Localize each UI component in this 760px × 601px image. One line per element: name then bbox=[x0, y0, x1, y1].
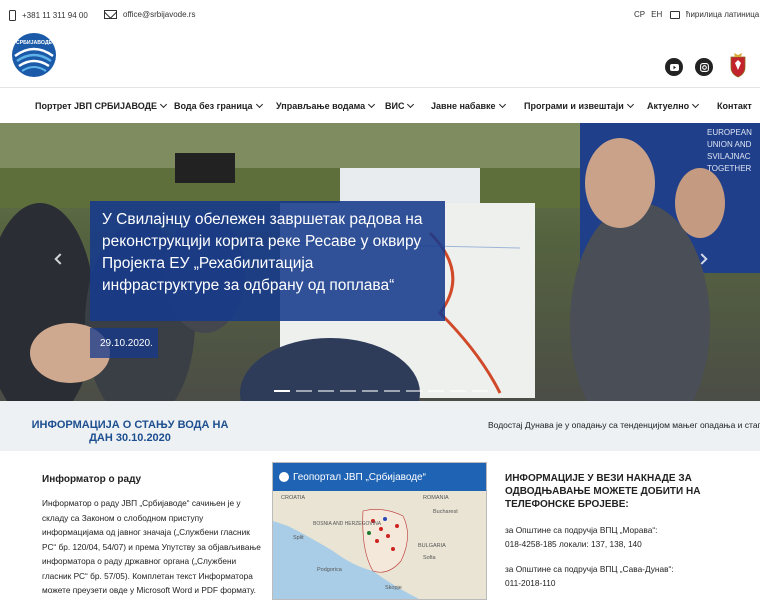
svg-text:SVILAJNAC: SVILAJNAC bbox=[707, 152, 751, 161]
map-label: Skopje bbox=[385, 585, 402, 591]
script-switch-label[interactable]: ћирилица латиница bbox=[686, 10, 759, 19]
map-label: Sofia bbox=[423, 555, 436, 561]
fees-entry: за Општине са подручја ВПЦ „Морава“: 018… bbox=[505, 523, 750, 551]
serbia-coat-of-arms-icon bbox=[730, 53, 746, 78]
nav-item-label: ВИС bbox=[385, 101, 405, 111]
informator-section: Информатор о раду Информатор о раду ЈВП … bbox=[42, 474, 262, 598]
slider-dot[interactable] bbox=[318, 390, 334, 392]
water-status-ticker: Водостај Дунава је у опадању са тенденци… bbox=[488, 420, 760, 430]
youtube-icon[interactable] bbox=[665, 58, 683, 76]
slider-dots bbox=[274, 390, 488, 392]
nav-item-label: Јавне набавке bbox=[431, 101, 496, 111]
chevron-down-icon bbox=[368, 100, 376, 109]
nav-item-news[interactable]: Актуелно bbox=[647, 100, 700, 111]
slide-caption[interactable]: У Свилајнцу обележен завршетак радова на… bbox=[90, 201, 445, 321]
phone-contact[interactable]: +381 11 311 94 00 bbox=[9, 10, 88, 21]
chevron-down-icon bbox=[407, 100, 415, 109]
nav-item-vis[interactable]: ВИС bbox=[385, 100, 415, 111]
nav-item-water-management[interactable]: Управљање водама bbox=[276, 100, 376, 111]
slider-dot[interactable] bbox=[428, 390, 444, 392]
top-bar: +381 11 311 94 00 office@srbijavode.rs С… bbox=[0, 0, 760, 30]
nav-item-label: Актуелно bbox=[647, 101, 690, 111]
logo-text: СРБИЈАВОДЕ bbox=[16, 40, 53, 46]
slider-dot[interactable] bbox=[296, 390, 312, 392]
slider-dot[interactable] bbox=[340, 390, 356, 392]
map-label: ROMANIA bbox=[423, 495, 449, 501]
chevron-down-icon bbox=[498, 100, 506, 109]
lang-en-link[interactable]: ЕН bbox=[651, 10, 662, 19]
slider-dot[interactable] bbox=[274, 390, 290, 392]
svg-text:TOGETHER: TOGETHER bbox=[707, 164, 752, 173]
fees-title: ИНФОРМАЦИЈЕ У ВЕЗИ НАКНАДЕ ЗА ОДВОДЊАВАЊ… bbox=[505, 473, 701, 510]
geoportal-title: Геопортал ЈВП „Србијаводе“ bbox=[293, 472, 426, 483]
water-status-bar: ИНФОРМАЦИЈА О СТАЊУ ВОДА НА ДАН 30.10.20… bbox=[0, 401, 760, 451]
nav-item-programs-reports[interactable]: Програми и извештаји bbox=[524, 100, 634, 111]
map-label: Bucharest bbox=[433, 509, 458, 515]
geoportal-map[interactable]: CROATIA BOSNIA AND HERZEGOVINA Bucharest… bbox=[273, 491, 487, 600]
fees-entry: за Општине са подручја ВПЦ „Сава-Дунав“:… bbox=[505, 562, 750, 590]
nav-item-label: Контакт bbox=[717, 101, 752, 111]
nav-item-label: Вода без граница bbox=[174, 101, 253, 111]
chevron-down-icon bbox=[160, 100, 168, 109]
water-status-title[interactable]: ИНФОРМАЦИЈА О СТАЊУ ВОДА НА ДАН 30.10.20… bbox=[20, 419, 240, 445]
fees-entry-label: за Општине са подручја ВПЦ „Сава-Дунав“: bbox=[505, 564, 674, 574]
script-switch[interactable]: ћирилица латиница bbox=[670, 10, 759, 19]
chat-icon bbox=[670, 10, 680, 19]
geoportal-widget[interactable]: Геопортал ЈВП „Србијаводе“ CROATIA BOSNI… bbox=[272, 462, 487, 600]
nav-item-public-procurement[interactable]: Јавне набавке bbox=[431, 100, 506, 111]
slider-dot[interactable] bbox=[450, 390, 466, 392]
map-label: Split bbox=[293, 535, 304, 541]
chevron-down-icon bbox=[626, 100, 634, 109]
fees-entry-label: за Општине са подручја ВПЦ „Морава“: bbox=[505, 525, 658, 535]
lang-sr-link[interactable]: СР bbox=[634, 10, 645, 19]
fees-entry-numbers[interactable]: 011-2018-110 bbox=[505, 578, 555, 588]
hero-slider[interactable]: EUROPEAN UNION AND SVILAJNAC TOGETHER У … bbox=[0, 123, 760, 401]
nav-item-label: Портрет ЈВП СРБИЈАВОДЕ bbox=[35, 101, 158, 111]
nav-item-contact[interactable]: Контакт bbox=[717, 101, 752, 111]
geoportal-header[interactable]: Геопортал ЈВП „Србијаводе“ bbox=[273, 463, 486, 491]
map-label: CROATIA bbox=[281, 495, 305, 501]
site-header: СРБИЈАВОДЕ bbox=[0, 30, 760, 86]
svg-text:UNION AND: UNION AND bbox=[707, 140, 752, 149]
nav-item-portrait[interactable]: Портрет ЈВП СРБИЈАВОДЕ bbox=[35, 100, 168, 111]
map-label: BULGARIA bbox=[418, 543, 446, 549]
slider-dot[interactable] bbox=[384, 390, 400, 392]
nav-item-label: Програми и извештаји bbox=[524, 101, 624, 111]
chevron-down-icon bbox=[692, 100, 700, 109]
email-contact[interactable]: office@srbijavode.rs bbox=[104, 10, 195, 19]
globe-icon bbox=[279, 472, 289, 482]
language-switch: СР ЕН bbox=[634, 10, 662, 19]
phone-icon bbox=[9, 10, 16, 21]
svg-text:EUROPEAN: EUROPEAN bbox=[707, 128, 752, 137]
mail-icon bbox=[104, 10, 117, 19]
email-address[interactable]: office@srbijavode.rs bbox=[123, 10, 195, 19]
map-label: BOSNIA AND HERZEGOVINA bbox=[313, 521, 382, 527]
slide-date: 29.10.2020. bbox=[90, 328, 158, 358]
map-label: Podgorica bbox=[317, 567, 343, 573]
main-navigation: Портрет ЈВП СРБИЈАВОДЕ Вода без граница … bbox=[0, 87, 760, 123]
informator-title[interactable]: Информатор о раду bbox=[42, 474, 262, 486]
slider-dot[interactable] bbox=[472, 390, 488, 392]
fees-entry-numbers[interactable]: 018-4258-185 локали: 137, 138, 140 bbox=[505, 539, 642, 549]
slider-dot[interactable] bbox=[406, 390, 422, 392]
fees-section: ИНФОРМАЦИЈЕ У ВЕЗИ НАКНАДЕ ЗА ОДВОДЊАВАЊ… bbox=[505, 472, 750, 601]
slider-dot[interactable] bbox=[362, 390, 378, 392]
instagram-icon[interactable] bbox=[695, 58, 713, 76]
srbijavode-logo[interactable]: СРБИЈАВОДЕ bbox=[11, 32, 57, 78]
phone-number[interactable]: +381 11 311 94 00 bbox=[22, 11, 88, 20]
nav-item-water-without-borders[interactable]: Вода без граница bbox=[174, 100, 263, 111]
nav-item-label: Управљање водама bbox=[276, 101, 366, 111]
informator-body: Информатор о раду ЈВП „Србијаводе“ сачињ… bbox=[42, 498, 261, 595]
chevron-down-icon bbox=[255, 100, 263, 109]
